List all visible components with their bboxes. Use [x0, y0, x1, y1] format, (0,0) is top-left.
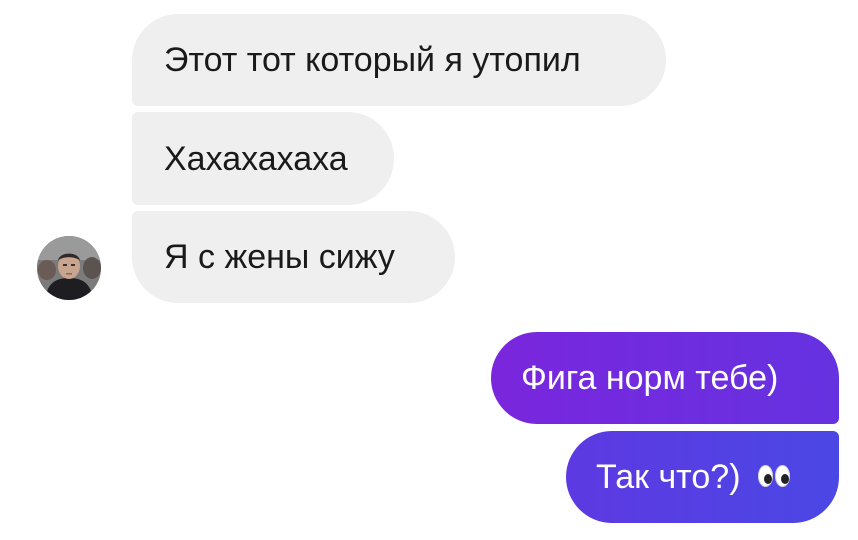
outgoing-message-bubble[interactable]: Фига норм тебе) [491, 332, 839, 424]
message-text: Хахахахаха [164, 139, 348, 178]
message-text: Я с жены сижу [164, 238, 395, 276]
user-avatar-icon [37, 236, 101, 300]
contact-avatar[interactable] [37, 236, 101, 300]
message-text: Фига норм тебе) [521, 359, 779, 397]
message-text: Так что?) [596, 458, 741, 496]
message-text: Этот тот который я утопил [164, 41, 581, 79]
outgoing-message-bubble[interactable]: Так что?) [566, 431, 839, 523]
eyes-emoji-icon [755, 462, 795, 492]
incoming-message-bubble[interactable]: Хахахахаха [132, 112, 394, 205]
incoming-message-bubble[interactable]: Я с жены сижу [132, 211, 455, 303]
incoming-message-bubble[interactable]: Этот тот который я утопил [132, 14, 666, 106]
